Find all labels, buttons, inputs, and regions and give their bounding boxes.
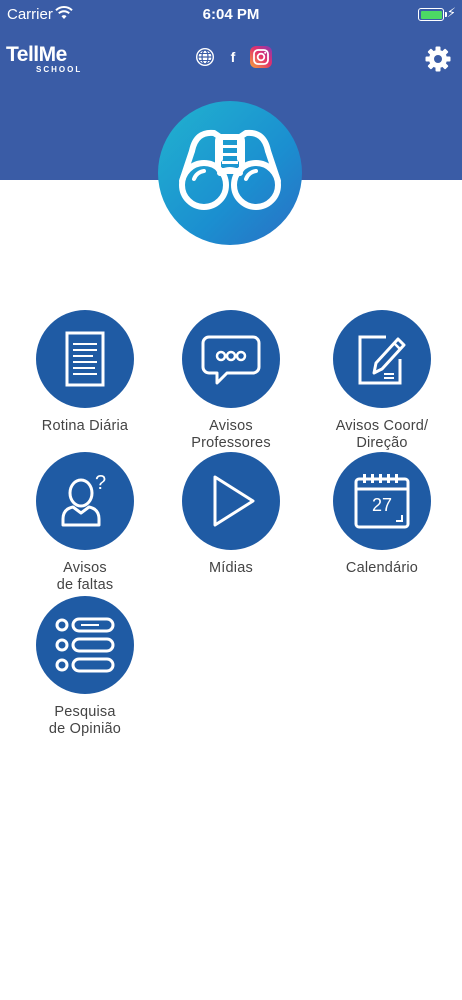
battery-icon xyxy=(418,8,447,21)
binoculars-icon xyxy=(179,129,281,210)
calendar-day-number: 27 xyxy=(372,495,392,515)
speech-bubble-icon xyxy=(182,310,280,408)
menu-avisos-de-faltas[interactable]: ? Avisos de faltas xyxy=(10,452,160,594)
document-icon xyxy=(36,310,134,408)
menu-midias[interactable]: Mídias xyxy=(156,452,306,577)
menu-calendario[interactable]: 27 Calendário xyxy=(307,452,457,577)
menu-label: Avisos Coord/ Direção xyxy=(335,418,429,451)
menu-label: Rotina Diária xyxy=(41,418,129,434)
social-links: f xyxy=(194,46,272,68)
menu-rotina-diaria[interactable]: Rotina Diária xyxy=(10,310,160,435)
tellme-school-logo: TellMe SCHOOL xyxy=(6,43,83,74)
person-question-icon: ? xyxy=(36,452,134,550)
charging-icon: ⚡ xyxy=(446,5,456,20)
status-bar: Carrier 6:04 PM ⚡ xyxy=(0,0,462,30)
menu-avisos-coord-direcao[interactable]: Avisos Coord/ Direção xyxy=(307,310,457,452)
edit-pencil-icon xyxy=(333,310,431,408)
menu-label: Mídias xyxy=(209,560,253,576)
menu-label: Avisos de faltas xyxy=(56,560,114,593)
settings-gear-icon[interactable] xyxy=(424,45,452,73)
hero-binoculars-badge xyxy=(158,101,302,245)
svg-text:?: ? xyxy=(95,472,106,494)
globe-icon[interactable] xyxy=(194,46,216,68)
menu-avisos-professores[interactable]: Avisos Professores xyxy=(156,310,306,452)
survey-list-icon xyxy=(36,596,134,694)
facebook-icon[interactable]: f xyxy=(226,46,240,68)
instagram-icon[interactable] xyxy=(250,46,272,68)
play-icon xyxy=(182,452,280,550)
menu-label: Calendário xyxy=(345,560,419,576)
clock: 6:04 PM xyxy=(202,6,260,23)
logo-sub-text: SCHOOL xyxy=(36,65,83,74)
menu-label: Pesquisa de Opinião xyxy=(48,704,122,737)
calendar-icon: 27 xyxy=(333,452,431,550)
logo-main-text: TellMe xyxy=(6,43,67,66)
menu-pesquisa-de-opiniao[interactable]: Pesquisa de Opinião xyxy=(10,596,160,738)
menu-label: Avisos Professores xyxy=(191,418,271,451)
